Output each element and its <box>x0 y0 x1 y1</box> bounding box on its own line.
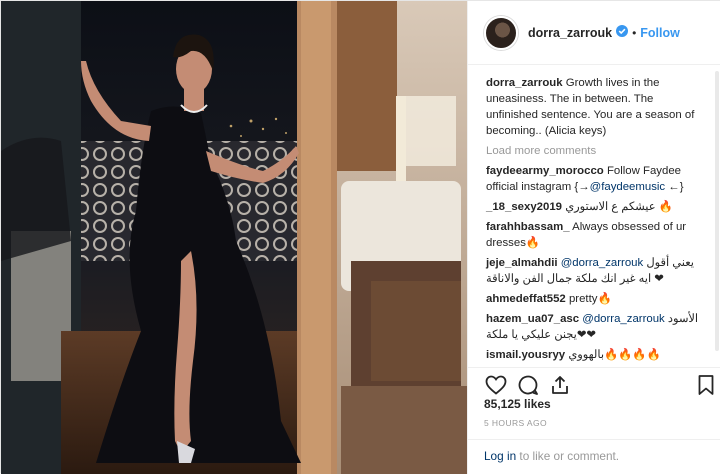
action-bar <box>468 367 720 397</box>
login-link[interactable]: Log in <box>484 449 516 463</box>
comment-item: farahhbassam_ Always obsessed of ur dres… <box>486 219 706 251</box>
comment-username[interactable]: farahhbassam_ <box>486 221 570 233</box>
comment-text: بالهووي <box>568 349 604 361</box>
comment-text: عيشكم ع الاستوري <box>565 201 659 213</box>
instagram-post-frame: dorra_zarrouk • Follow dorra_zarrouk Gro… <box>0 0 720 474</box>
comment-item: faydeearmy_morocco Follow Faydee officia… <box>486 163 706 195</box>
comment-mention[interactable]: @dorra_zarrouk <box>561 257 643 269</box>
comment-text-post: 🔥🔥🔥🔥 <box>604 349 661 361</box>
comments-scrollbar[interactable] <box>715 71 719 351</box>
photo-illustration <box>1 1 467 474</box>
follow-button[interactable]: Follow <box>640 26 680 40</box>
comment-text-post: 🔥 <box>525 237 541 249</box>
comment-item: ahmedeffat552 pretty🔥 <box>486 291 706 307</box>
post-header: dorra_zarrouk • Follow <box>468 1 720 65</box>
comment-username[interactable]: _18_sexy2019 <box>486 201 562 213</box>
avatar[interactable] <box>484 15 518 50</box>
comment-username[interactable]: hazem_ua07_asc <box>486 313 579 325</box>
post-photo[interactable] <box>1 1 467 474</box>
comment-text-post: 🔥 <box>658 201 673 213</box>
comment-item: _18_sexy2019 عيشكم ع الاستوري 🔥 <box>486 199 706 215</box>
comment-item: ismail.yousryy بالهووي🔥🔥🔥🔥 <box>486 347 706 363</box>
comments-list: dorra_zarrouk Growth lives in the uneasi… <box>468 65 720 367</box>
heart-icon[interactable] <box>484 373 508 397</box>
comment-username[interactable]: ahmedeffat552 <box>486 293 566 305</box>
comment-mention[interactable]: @faydeemusic <box>590 181 666 193</box>
comment-text: pretty <box>568 293 598 305</box>
load-more-comments-button[interactable]: Load more comments <box>486 145 706 157</box>
bookmark-icon[interactable] <box>694 373 718 397</box>
post-side-panel: dorra_zarrouk • Follow dorra_zarrouk Gro… <box>467 1 720 474</box>
comment-text-post: ←} <box>665 181 684 193</box>
caption-username[interactable]: dorra_zarrouk <box>486 77 563 89</box>
comment-mention[interactable]: @dorra_zarrouk <box>582 313 664 325</box>
comment-username[interactable]: ismail.yousryy <box>486 349 565 361</box>
comment-username[interactable]: faydeearmy_morocco <box>486 165 604 177</box>
share-icon[interactable] <box>548 373 572 397</box>
comment-bubble-icon[interactable] <box>516 373 540 397</box>
comment-item: hazem_ua07_asc @dorra_zarrouk الأسود يجن… <box>486 311 706 343</box>
post-caption: dorra_zarrouk Growth lives in the uneasi… <box>486 75 706 139</box>
login-prompt-text: to like or comment. <box>516 449 620 463</box>
header-separator: • <box>632 25 637 40</box>
header-username[interactable]: dorra_zarrouk <box>528 26 612 40</box>
login-prompt: Log in to like or comment. <box>468 439 720 474</box>
post-timestamp[interactable]: 5 HOURS AGO <box>484 418 547 428</box>
comment-text-post: 🔥 <box>597 293 612 305</box>
comment-username[interactable]: jeje_almahdii <box>486 257 558 269</box>
likes-count[interactable]: 85,125 likes <box>484 397 551 411</box>
comment-item: jeje_almahdii @dorra_zarrouk يعني أقول ا… <box>486 255 706 287</box>
verified-badge-icon <box>616 25 629 40</box>
